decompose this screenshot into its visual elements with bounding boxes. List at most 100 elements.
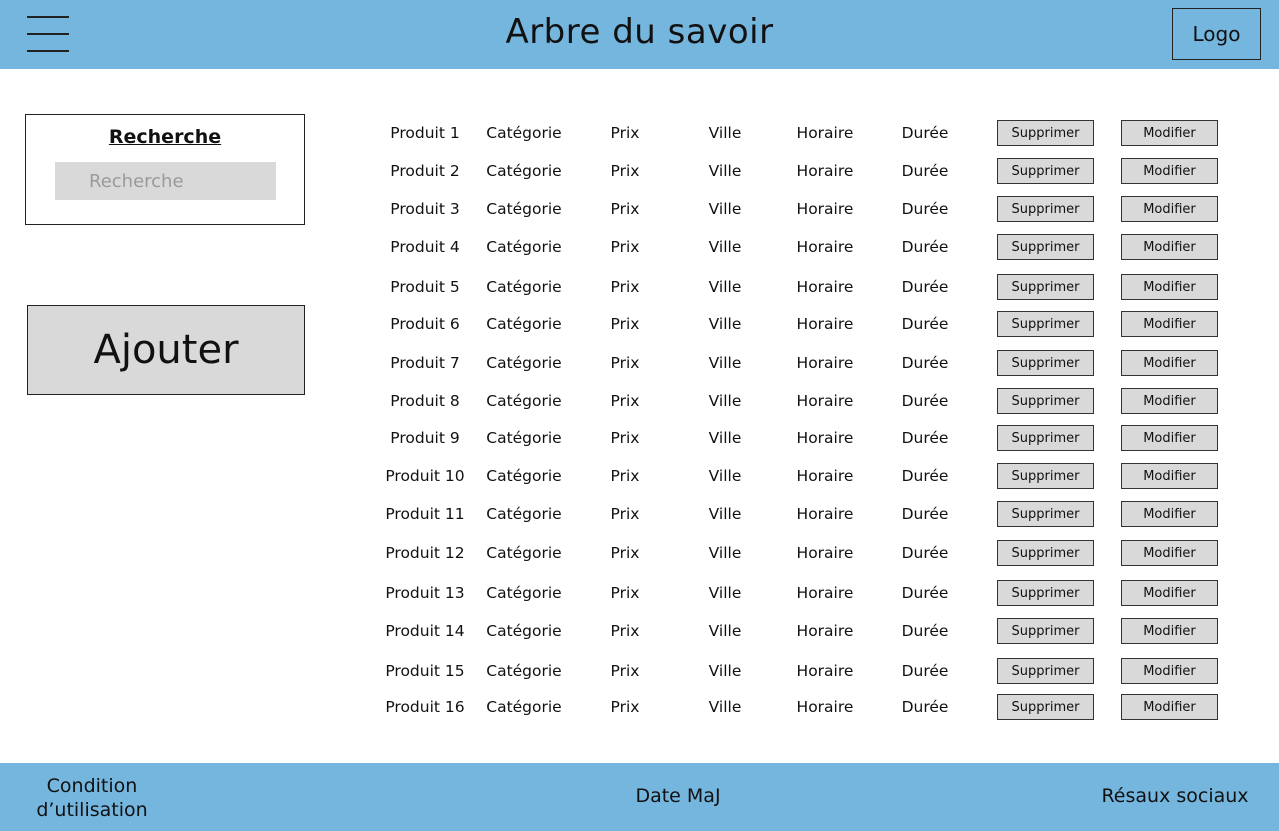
- delete-button[interactable]: Supprimer: [997, 234, 1094, 260]
- delete-button[interactable]: Supprimer: [997, 311, 1094, 337]
- edit-button[interactable]: Modifier: [1121, 158, 1218, 184]
- product-duration: Durée: [901, 162, 949, 180]
- edit-button[interactable]: Modifier: [1121, 463, 1218, 489]
- product-name: Produit 5: [390, 278, 460, 296]
- product-city: Ville: [708, 354, 742, 372]
- product-category: Catégorie: [486, 354, 562, 372]
- product-category: Catégorie: [486, 162, 562, 180]
- product-category: Catégorie: [486, 698, 562, 716]
- edit-button[interactable]: Modifier: [1121, 350, 1218, 376]
- app-title: Arbre du savoir: [505, 12, 774, 52]
- product-price: Prix: [610, 124, 640, 142]
- product-price: Prix: [610, 392, 640, 410]
- edit-button[interactable]: Modifier: [1121, 618, 1218, 644]
- edit-button[interactable]: Modifier: [1121, 196, 1218, 222]
- product-category: Catégorie: [486, 622, 562, 640]
- delete-button[interactable]: Supprimer: [997, 120, 1094, 146]
- edit-button[interactable]: Modifier: [1121, 311, 1218, 337]
- edit-button[interactable]: Modifier: [1121, 120, 1218, 146]
- delete-button[interactable]: Supprimer: [997, 580, 1094, 606]
- product-price: Prix: [610, 429, 640, 447]
- product-price: Prix: [610, 200, 640, 218]
- product-name: Produit 10: [385, 467, 465, 485]
- delete-button[interactable]: Supprimer: [997, 425, 1094, 451]
- delete-button[interactable]: Supprimer: [997, 501, 1094, 527]
- product-row: Produit 8 Catégorie Prix Ville Horaire Durée S…: [0, 388, 1279, 414]
- delete-button[interactable]: Supprimer: [997, 350, 1094, 376]
- product-price: Prix: [610, 584, 640, 602]
- product-schedule: Horaire: [796, 354, 854, 372]
- edit-button[interactable]: Modifier: [1121, 501, 1218, 527]
- product-city: Ville: [708, 505, 742, 523]
- delete-button[interactable]: Supprimer: [997, 463, 1094, 489]
- product-city: Ville: [708, 662, 742, 680]
- product-duration: Durée: [901, 278, 949, 296]
- delete-button[interactable]: Supprimer: [997, 388, 1094, 414]
- product-category: Catégorie: [486, 467, 562, 485]
- delete-button[interactable]: Supprimer: [997, 274, 1094, 300]
- edit-button[interactable]: Modifier: [1121, 234, 1218, 260]
- product-duration: Durée: [901, 467, 949, 485]
- product-duration: Durée: [901, 698, 949, 716]
- delete-button[interactable]: Supprimer: [997, 658, 1094, 684]
- product-row: Produit 13 Catégorie Prix Ville Horaire Durée…: [0, 580, 1279, 606]
- product-category: Catégorie: [486, 544, 562, 562]
- product-city: Ville: [708, 124, 742, 142]
- delete-button[interactable]: Supprimer: [997, 618, 1094, 644]
- product-schedule: Horaire: [796, 278, 854, 296]
- product-duration: Durée: [901, 124, 949, 142]
- product-schedule: Horaire: [796, 392, 854, 410]
- product-price: Prix: [610, 315, 640, 333]
- delete-button[interactable]: Supprimer: [997, 158, 1094, 184]
- product-row: Produit 9 Catégorie Prix Ville Horaire Durée S…: [0, 425, 1279, 451]
- product-name: Produit 12: [385, 544, 465, 562]
- product-schedule: Horaire: [796, 315, 854, 333]
- product-category: Catégorie: [486, 315, 562, 333]
- update-date: Date MaJ: [635, 785, 721, 807]
- product-name: Produit 2: [390, 162, 460, 180]
- product-name: Produit 8: [390, 392, 460, 410]
- product-city: Ville: [708, 698, 742, 716]
- edit-button[interactable]: Modifier: [1121, 425, 1218, 451]
- product-schedule: Horaire: [796, 544, 854, 562]
- social-networks-link[interactable]: Résaux sociaux: [1085, 785, 1265, 807]
- product-category: Catégorie: [486, 392, 562, 410]
- edit-button[interactable]: Modifier: [1121, 580, 1218, 606]
- product-row: Produit 3 Catégorie Prix Ville Horaire Durée S…: [0, 196, 1279, 222]
- product-row: Produit 5 Catégorie Prix Ville Horaire Durée S…: [0, 274, 1279, 300]
- product-city: Ville: [708, 467, 742, 485]
- product-row: Produit 16 Catégorie Prix Ville Horaire Durée…: [0, 694, 1279, 720]
- product-schedule: Horaire: [796, 622, 854, 640]
- delete-button[interactable]: Supprimer: [997, 694, 1094, 720]
- product-duration: Durée: [901, 392, 949, 410]
- product-price: Prix: [610, 354, 640, 372]
- product-row: Produit 6 Catégorie Prix Ville Horaire Durée S…: [0, 311, 1279, 337]
- product-name: Produit 3: [390, 200, 460, 218]
- product-name: Produit 6: [390, 315, 460, 333]
- product-schedule: Horaire: [796, 698, 854, 716]
- product-schedule: Horaire: [796, 584, 854, 602]
- edit-button[interactable]: Modifier: [1121, 694, 1218, 720]
- product-schedule: Horaire: [796, 200, 854, 218]
- product-price: Prix: [610, 467, 640, 485]
- edit-button[interactable]: Modifier: [1121, 658, 1218, 684]
- terms-link[interactable]: Condition d’utilisation: [22, 774, 162, 822]
- product-price: Prix: [610, 662, 640, 680]
- product-name: Produit 7: [390, 354, 460, 372]
- product-city: Ville: [708, 392, 742, 410]
- product-category: Catégorie: [486, 278, 562, 296]
- product-city: Ville: [708, 622, 742, 640]
- logo[interactable]: Logo: [1172, 8, 1261, 60]
- delete-button[interactable]: Supprimer: [997, 540, 1094, 566]
- product-row: Produit 15 Catégorie Prix Ville Horaire Durée…: [0, 658, 1279, 684]
- delete-button[interactable]: Supprimer: [997, 196, 1094, 222]
- edit-button[interactable]: Modifier: [1121, 274, 1218, 300]
- product-duration: Durée: [901, 315, 949, 333]
- product-row: Produit 10 Catégorie Prix Ville Horaire Durée…: [0, 463, 1279, 489]
- product-name: Produit 9: [390, 429, 460, 447]
- product-category: Catégorie: [486, 584, 562, 602]
- edit-button[interactable]: Modifier: [1121, 388, 1218, 414]
- product-category: Catégorie: [486, 200, 562, 218]
- product-schedule: Horaire: [796, 662, 854, 680]
- edit-button[interactable]: Modifier: [1121, 540, 1218, 566]
